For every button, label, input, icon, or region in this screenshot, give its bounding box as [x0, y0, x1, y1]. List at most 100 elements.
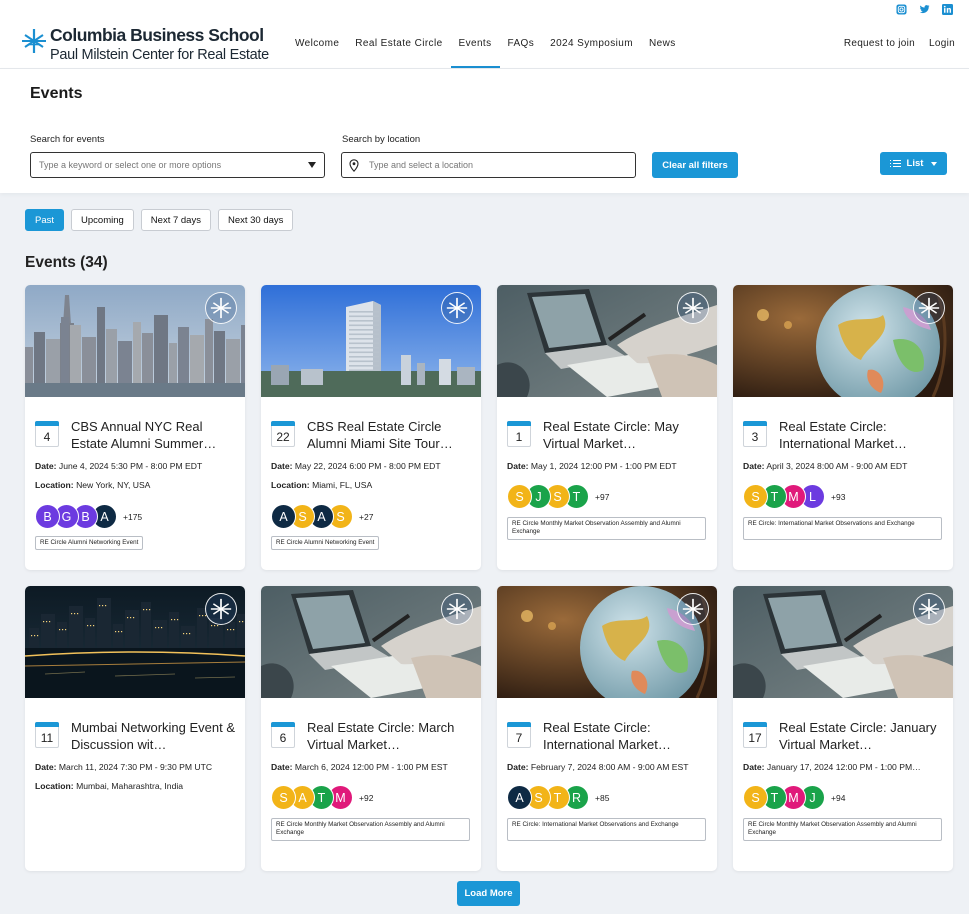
request-to-join-link[interactable]: Request to join	[844, 28, 915, 60]
chevron-down-icon	[931, 161, 938, 166]
avatar: S	[743, 785, 768, 810]
event-day: 22	[276, 430, 290, 444]
attendee-avatars: B G B A +175	[35, 504, 142, 529]
attendee-avatars: A S A S +27	[271, 504, 373, 529]
location-label: Location:	[35, 480, 74, 490]
avatar: S	[743, 484, 768, 509]
date-label: Date:	[743, 461, 765, 471]
instagram-icon[interactable]	[896, 4, 907, 15]
nav-2024-symposium[interactable]: 2024 Symposium	[542, 28, 641, 68]
event-image	[261, 586, 481, 698]
avatar: B	[35, 504, 60, 529]
date-label: Date:	[35, 762, 57, 772]
event-date: Date: January 17, 2024 12:00 PM - 1:00 P…	[743, 762, 948, 772]
event-title[interactable]: CBS Annual NYC Real Estate Alumni Summer…	[71, 418, 237, 452]
calendar-icon: 4	[35, 421, 59, 447]
search-location-input[interactable]: Type and select a location	[341, 152, 636, 178]
event-card[interactable]: 11 Mumbai Networking Event & Discussion w…	[25, 586, 245, 871]
event-image	[733, 285, 953, 397]
nav-events[interactable]: Events	[450, 28, 500, 68]
nav-welcome[interactable]: Welcome	[287, 28, 347, 68]
crown-logo-icon	[913, 292, 945, 324]
filter-panel: Events Search for events Type a keyword …	[0, 68, 969, 193]
event-location-value: Miami, FL, USA	[312, 480, 373, 490]
page-title: Events	[30, 85, 83, 102]
calendar-icon: 3	[743, 421, 767, 447]
search-events-label: Search for events	[30, 134, 105, 145]
event-card[interactable]: 1 Real Estate Circle: May Virtual Market……	[497, 285, 717, 570]
event-date: Date: June 4, 2024 5:30 PM - 8:00 PM EDT	[35, 461, 240, 471]
event-card[interactable]: 17 Real Estate Circle: January Virtual Ma…	[733, 586, 953, 871]
event-title[interactable]: Mumbai Networking Event & Discussion wit…	[71, 719, 237, 753]
event-category-tag: RE Circle Monthly Market Observation Ass…	[507, 517, 706, 540]
event-title[interactable]: Real Estate Circle: International Market…	[779, 418, 945, 452]
event-title[interactable]: CBS Real Estate Circle Alumni Miami Site…	[307, 418, 473, 452]
event-title[interactable]: Real Estate Circle: International Market…	[543, 719, 709, 753]
tab-upcoming[interactable]: Upcoming	[71, 209, 134, 231]
nav-faqs[interactable]: FAQs	[500, 28, 543, 68]
avatar: S	[271, 785, 296, 810]
calendar-icon: 11	[35, 722, 59, 748]
logo-title: Columbia Business School	[50, 25, 264, 45]
event-date-value: June 4, 2024 5:30 PM - 8:00 PM EDT	[58, 461, 203, 471]
cbs-logo[interactable]: Columbia Business School Paul Milstein C…	[22, 25, 269, 63]
event-date: Date: May 1, 2024 12:00 PM - 1:00 PM EDT	[507, 461, 712, 471]
location-label: Location:	[35, 781, 74, 791]
event-image	[497, 285, 717, 397]
event-title[interactable]: Real Estate Circle: March Virtual Market…	[307, 719, 473, 753]
event-category-tag: RE Circle Alumni Networking Event	[271, 536, 380, 550]
nav-real-estate-circle[interactable]: Real Estate Circle	[347, 28, 450, 68]
login-link[interactable]: Login	[929, 28, 955, 60]
event-category-tag: RE Circle Monthly Market Observation Ass…	[271, 818, 470, 841]
chevron-down-icon[interactable]	[308, 162, 316, 168]
account-links: Request to join Login	[844, 28, 955, 60]
clear-all-filters-button[interactable]: Clear all filters	[652, 152, 738, 178]
search-events-input[interactable]: Type a keyword or select one or more opt…	[30, 152, 325, 178]
event-date-value: May 22, 2024 6:00 PM - 8:00 PM EDT	[294, 461, 441, 471]
tab-next-7-days[interactable]: Next 7 days	[140, 209, 211, 231]
event-title[interactable]: Real Estate Circle: January Virtual Mark…	[779, 719, 945, 753]
search-location-placeholder: Type and select a location	[369, 160, 474, 170]
event-day: 11	[40, 731, 54, 745]
view-mode-button[interactable]: List	[880, 152, 947, 175]
calendar-icon: 22	[271, 421, 295, 447]
event-day: 3	[751, 430, 759, 444]
attendee-more-count: +97	[595, 491, 610, 502]
linkedin-icon[interactable]	[942, 4, 953, 15]
attendee-avatars: A S T R +85	[507, 785, 609, 810]
event-date-value: January 17, 2024 12:00 PM - 1:00 PM…	[766, 762, 921, 772]
event-date-value: May 1, 2024 12:00 PM - 1:00 PM EDT	[530, 461, 677, 471]
event-title[interactable]: Real Estate Circle: May Virtual Market…	[543, 418, 709, 452]
event-category-tag: RE Circle: International Market Observat…	[743, 517, 942, 540]
event-day: 6	[279, 731, 287, 745]
attendee-more-count: +92	[359, 792, 374, 803]
nav-news[interactable]: News	[641, 28, 684, 68]
event-location-value: Mumbai, Maharashtra, India	[76, 781, 184, 791]
event-card[interactable]: 6 Real Estate Circle: March Virtual Marke…	[261, 586, 481, 871]
crown-logo-icon	[677, 292, 709, 324]
event-card[interactable]: 22 CBS Real Estate Circle Alumni Miami Si…	[261, 285, 481, 570]
location-label: Location:	[271, 480, 310, 490]
crown-logo-icon	[22, 29, 46, 53]
social-links	[896, 4, 953, 15]
event-card[interactable]: 3 Real Estate Circle: International Marke…	[733, 285, 953, 570]
tab-past[interactable]: Past	[25, 209, 65, 231]
avatar: A	[507, 785, 532, 810]
event-card[interactable]: 7 Real Estate Circle: International Marke…	[497, 586, 717, 871]
logo-subtitle: Paul Milstein Center for Real Estate	[50, 46, 269, 63]
attendee-more-count: +27	[359, 511, 374, 522]
tab-next-30-days[interactable]: Next 30 days	[217, 209, 294, 231]
main-nav: Welcome Real Estate Circle Events FAQs 2…	[287, 28, 684, 68]
crown-logo-icon	[913, 593, 945, 625]
event-date: Date: May 22, 2024 6:00 PM - 8:00 PM EDT	[271, 461, 476, 471]
event-category-tag: RE Circle Monthly Market Observation Ass…	[743, 818, 942, 841]
site-header: Columbia Business School Paul Milstein C…	[0, 0, 969, 68]
event-date: Date: March 11, 2024 7:30 PM - 9:30 PM U…	[35, 762, 240, 772]
event-date-value: March 6, 2024 12:00 PM - 1:00 PM EST	[294, 762, 448, 772]
event-day: 7	[515, 731, 523, 745]
attendee-avatars: S A T M +92	[271, 785, 373, 810]
load-more-button[interactable]: Load More	[457, 881, 520, 906]
event-card[interactable]: 4 CBS Annual NYC Real Estate Alumni Summe…	[25, 285, 245, 570]
twitter-icon[interactable]	[919, 4, 930, 15]
event-day: 4	[43, 430, 51, 444]
